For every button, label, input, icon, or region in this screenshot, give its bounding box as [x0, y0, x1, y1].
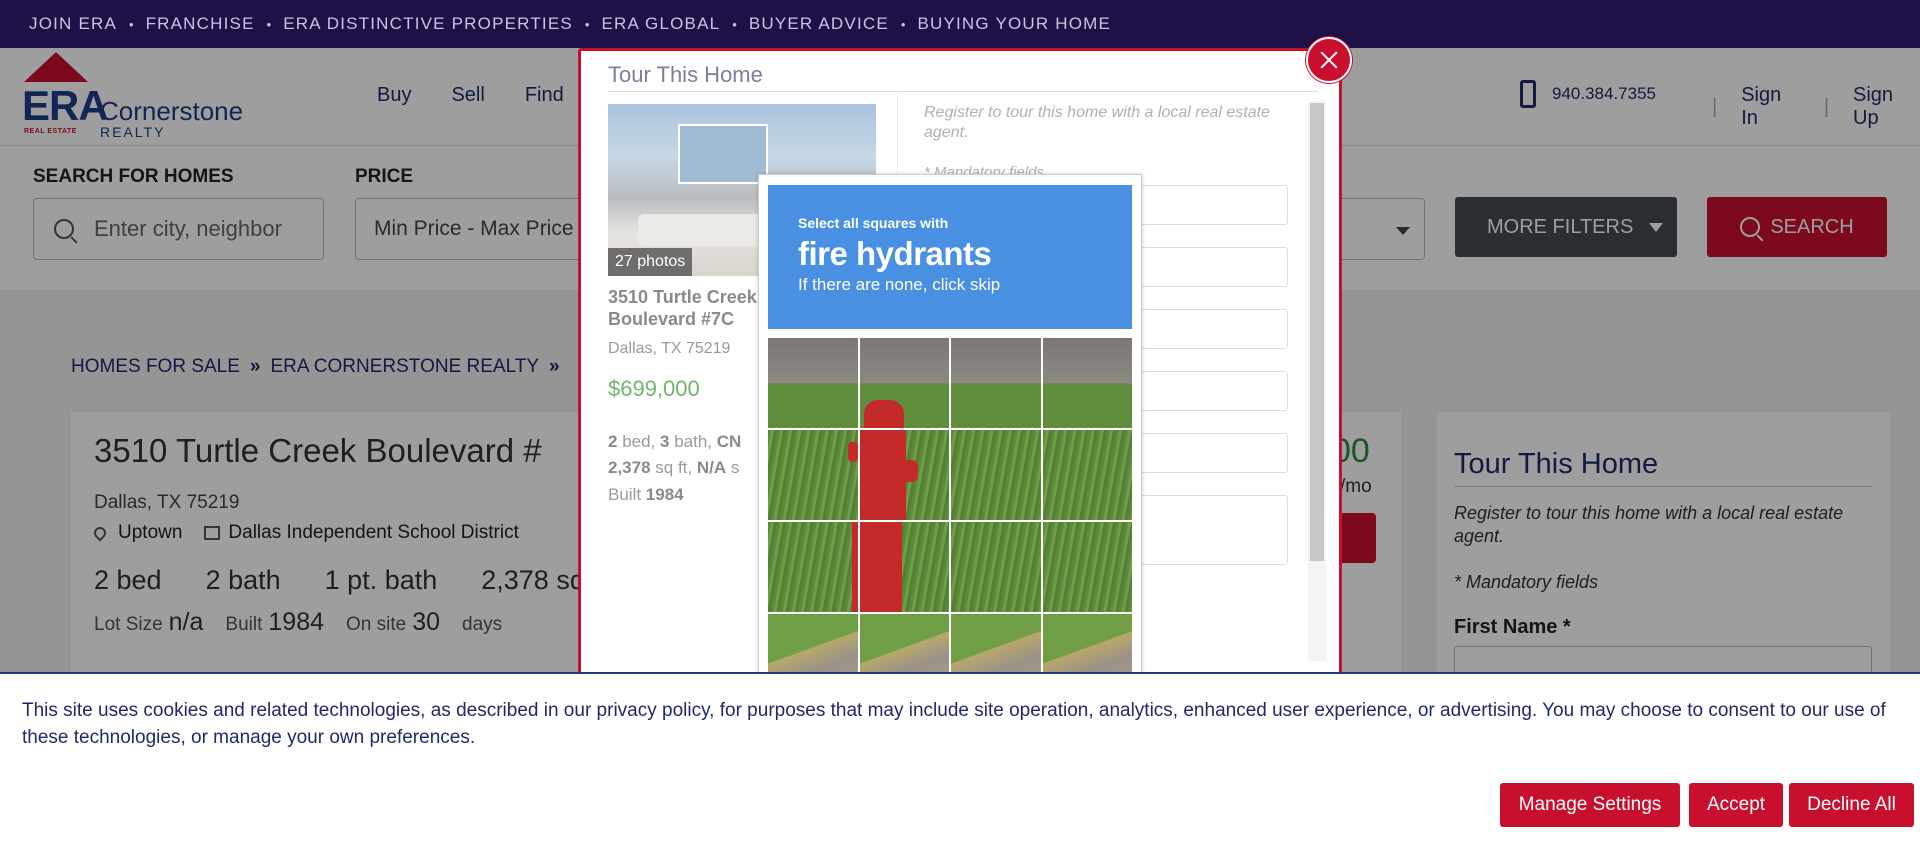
captcha-tile[interactable]	[1042, 522, 1132, 612]
modal-listing-city: Dallas, TX 75219	[608, 340, 731, 357]
scrollbar-thumb[interactable]	[1310, 103, 1324, 561]
topbar-link-buying-home[interactable]: BUYING YOUR HOME	[917, 14, 1111, 34]
topbar-link-join-era[interactable]: JOIN ERA	[29, 14, 117, 34]
modal-listing-specs: 2 bed, 3 bath, CN 2,378 sq ft, N/A s Bui…	[608, 429, 741, 508]
topbar-link-buyer-advice[interactable]: BUYER ADVICE	[749, 14, 889, 34]
captcha-tile[interactable]	[951, 522, 1041, 612]
captcha-challenge: Select all squares with fire hydrants If…	[758, 174, 1142, 698]
captcha-tile[interactable]	[768, 430, 858, 520]
divider	[608, 91, 1318, 92]
accept-button[interactable]: Accept	[1689, 783, 1783, 827]
topbar-separator: •	[129, 16, 134, 32]
captcha-tile[interactable]	[859, 522, 949, 612]
captcha-instruction: Select all squares with	[798, 215, 949, 231]
captcha-tile[interactable]	[951, 338, 1041, 428]
topbar-separator: •	[266, 16, 272, 32]
modal-scrollbar[interactable]	[1308, 101, 1326, 661]
modal-listing-price: $699,000	[608, 376, 700, 401]
captcha-skip-note: If there are none, click skip	[798, 275, 1001, 294]
photo-count-badge: 27 photos	[608, 248, 693, 276]
modal-listing-address: 3510 Turtle Creek Boulevard #7C	[608, 287, 757, 329]
photo-window	[678, 124, 768, 184]
topbar-separator: •	[584, 16, 590, 32]
decline-all-button[interactable]: Decline All	[1789, 783, 1914, 827]
specs-line-2: 2,378 sq ft, N/A s	[608, 458, 740, 478]
top-utility-bar: JOIN ERA • FRANCHISE • ERA DISTINCTIVE PRO…	[0, 0, 1920, 48]
captcha-tile[interactable]	[951, 430, 1041, 520]
topbar-link-global[interactable]: ERA GLOBAL	[601, 14, 720, 34]
close-icon[interactable]	[1306, 37, 1352, 83]
cookie-banner: This site uses cookies and related techn…	[0, 672, 1920, 846]
specs-line-3: Built 1984	[608, 484, 684, 504]
captcha-tile[interactable]	[859, 338, 949, 428]
topbar-link-franchise[interactable]: FRANCHISE	[146, 14, 255, 34]
topbar-link-distinctive[interactable]: ERA DISTINCTIVE PROPERTIES	[283, 14, 573, 34]
manage-settings-button[interactable]: Manage Settings	[1500, 783, 1680, 827]
modal-register-prompt: Register to tour this home with a local …	[924, 104, 1270, 141]
captcha-tile[interactable]	[1042, 430, 1132, 520]
topbar-separator: •	[900, 16, 906, 32]
cookie-text: This site uses cookies and related techn…	[22, 700, 1886, 748]
captcha-tile[interactable]	[1042, 338, 1132, 428]
captcha-tile[interactable]	[768, 522, 858, 612]
captcha-grid	[768, 338, 1132, 698]
specs-line-1: 2 bed, 3 bath, CN	[608, 432, 742, 451]
captcha-header: Select all squares with fire hydrants If…	[768, 185, 1132, 329]
topbar-separator: •	[732, 16, 737, 32]
modal-title: Tour This Home	[608, 62, 763, 87]
captcha-tile[interactable]	[768, 338, 858, 428]
captcha-tile[interactable]	[859, 430, 949, 520]
captcha-target: fire hydrants	[798, 235, 992, 272]
